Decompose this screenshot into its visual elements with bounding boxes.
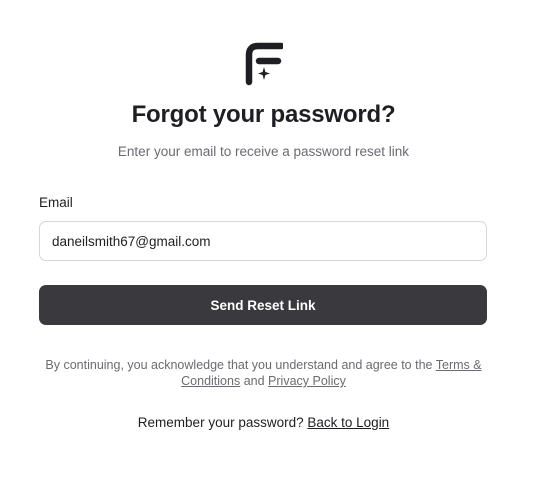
privacy-policy-link[interactable]: Privacy Policy xyxy=(268,374,346,388)
legal-notice: By continuing, you acknowledge that you … xyxy=(30,357,497,389)
legal-and: and xyxy=(243,374,265,388)
email-label: Email xyxy=(39,195,73,210)
legal-prefix: By continuing, you acknowledge that you … xyxy=(45,358,433,372)
page-title: Forgot your password? xyxy=(131,101,396,128)
page-subtitle: Enter your email to receive a password r… xyxy=(117,144,410,159)
brand-logo-icon xyxy=(243,42,285,86)
send-reset-link-button[interactable]: Send Reset Link xyxy=(39,285,487,325)
remember-text: Remember your password? xyxy=(137,415,304,430)
email-field[interactable] xyxy=(39,221,487,261)
back-to-login-link[interactable]: Back to Login xyxy=(307,415,389,430)
sparkle-icon xyxy=(258,67,270,80)
remember-password-row: Remember your password? Back to Login xyxy=(0,415,527,430)
